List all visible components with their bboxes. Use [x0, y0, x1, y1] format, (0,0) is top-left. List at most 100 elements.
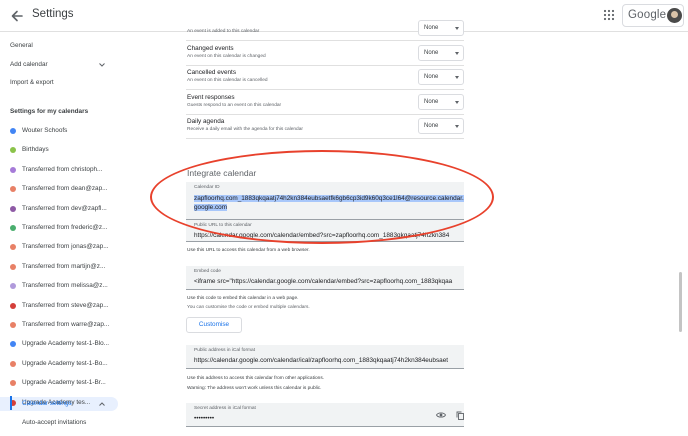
select-value: None [424, 74, 439, 81]
calendar-label: Transferred from christoph... [22, 165, 103, 173]
calendar-label: Upgrade Academy test-1-Bo... [22, 359, 108, 367]
calendar-label: Transferred from warre@zap... [22, 321, 110, 328]
notification-title: Daily agenda [187, 118, 225, 126]
sidebar-item-add-calendar[interactable]: Add calendar [10, 61, 48, 68]
google-logo: Google [628, 9, 667, 21]
calendar-list-item[interactable]: Birthdays [0, 144, 118, 158]
notification-desc: An event is added to this calendar [187, 29, 260, 34]
calendar-color-dot [10, 360, 16, 367]
calendar-label: Transferred from dean@zap... [22, 185, 108, 193]
calendar-list-item[interactable]: Transferred from melissa@z... [0, 280, 118, 294]
public-url-value[interactable]: https://calendar.google.com/calendar/emb… [194, 232, 458, 239]
notification-desc: Guests respond to an event on this calen… [187, 102, 282, 108]
divider [186, 113, 464, 115]
copy-icon[interactable] [456, 411, 464, 420]
calendar-list-item[interactable]: Upgrade Academy test-1-Br... [0, 377, 118, 391]
calendar-color-dot [10, 205, 16, 212]
calendar-color-dot [10, 341, 16, 348]
notification-select[interactable]: None [418, 45, 464, 61]
calendar-color-dot [10, 283, 16, 290]
ical-public-label: Public address in iCal format [194, 348, 256, 353]
calendar-list-item[interactable]: Upgrade Academy test-1-Bo... [0, 358, 118, 372]
notification-desc: An event on this calendar is cancelled [187, 78, 268, 84]
sidebar-item-auto-accept[interactable]: Auto-accept invitations [22, 419, 86, 426]
notification-title: Event responses [187, 93, 235, 101]
sidebar-item-general[interactable]: General [10, 42, 33, 49]
calendar-list-item[interactable]: Transferred from dev@zapfl... [0, 203, 118, 217]
ical-public-value[interactable]: https://calendar.google.com/calendar/ica… [194, 357, 458, 364]
calendar-list-item[interactable]: Transferred from christoph... [0, 164, 118, 178]
embed-code-field[interactable]: Embed code <iframe src="https://calendar… [186, 266, 464, 290]
calendar-label: Transferred from dev@zapfl... [22, 204, 107, 212]
avatar[interactable] [667, 8, 682, 23]
ical-note: Use this address to access this calendar… [187, 376, 325, 381]
calendar-list-item[interactable]: Transferred from dean@zap... [0, 183, 118, 197]
ical-secret-value: ••••••••• [194, 415, 215, 422]
divider [186, 138, 464, 140]
calendar-list-item[interactable]: Transferred from jonas@zap... [0, 241, 118, 255]
ical-public-field[interactable]: Public address in iCal format https://ca… [186, 345, 464, 369]
ical-secret-field[interactable]: Secret address in iCal format ••••••••• [186, 403, 464, 427]
calendar-label: Transferred from martijn@z... [22, 262, 106, 270]
calendar-color-dot [10, 225, 16, 231]
account-switcher[interactable]: Google [622, 4, 684, 27]
calendar-list-item[interactable]: Transferred from warre@zap... [0, 319, 118, 333]
notification-title: Cancelled events [187, 69, 237, 77]
eye-icon[interactable] [436, 411, 446, 419]
public-url-label: Public URL to this calendar [194, 223, 252, 228]
notification-select[interactable]: None [418, 20, 464, 36]
customise-button[interactable]: Customise [186, 317, 242, 333]
calendar-id-field[interactable]: Calendar ID zapfloorhq.com_1883qkqaatj74… [186, 182, 464, 220]
scrollbar-thumb[interactable] [679, 272, 682, 332]
select-value: None [424, 98, 439, 105]
calendar-label: Transferred from steve@zap... [22, 301, 109, 309]
public-url-field[interactable]: Public URL to this calendar https://cale… [186, 220, 464, 242]
select-value: None [424, 123, 439, 130]
chevron-down-icon[interactable] [98, 61, 106, 69]
active-indicator [10, 396, 12, 410]
calendar-color-dot [10, 166, 16, 173]
calendar-id-text: zapfloorhq.com_1883qkqaatj74h2kn384eubsa… [194, 195, 464, 211]
apps-grid-icon[interactable] [603, 9, 615, 21]
embed-code-label: Embed code [194, 269, 221, 274]
sidebar-item-import-export[interactable]: Import & export [10, 79, 54, 86]
calendar-list-item[interactable]: Transferred from frederic@z... [0, 222, 118, 236]
select-value: None [424, 50, 439, 56]
calendar-label: Transferred from jonas@zap... [22, 243, 109, 251]
dropdown-arrow-icon [455, 125, 459, 129]
calendar-list-item[interactable]: Wouter Schoofs [0, 125, 118, 139]
calendar-list-item[interactable]: Transferred from martijn@z... [0, 261, 118, 275]
integrate-heading: Integrate calendar [187, 168, 257, 178]
main-content: An event is added to this calendar None … [176, 0, 476, 436]
page-title: Settings [32, 8, 74, 20]
notification-select[interactable]: None [418, 93, 464, 110]
calendar-color-dot [10, 244, 16, 251]
back-arrow-icon[interactable] [9, 8, 25, 24]
dropdown-arrow-icon [455, 76, 459, 80]
embed-code-value[interactable]: <iframe src="https://calendar.google.com… [194, 278, 458, 285]
calendar-list-item[interactable]: Transferred from steve@zap... [0, 300, 118, 314]
notification-desc: Receive a daily email with the agenda fo… [187, 127, 303, 133]
dropdown-arrow-icon [455, 27, 459, 30]
calendar-label: Transferred from frederic@z... [22, 224, 108, 231]
chevron-up-icon[interactable] [98, 400, 106, 408]
ical-secret-label: Secret address in iCal format [194, 406, 256, 411]
sidebar-item-calendar-settings[interactable]: Calendar settings [22, 400, 72, 407]
select-value: None [424, 25, 439, 31]
calendar-id-value[interactable]: zapfloorhq.com_1883qkqaatj74h2kn384eubsa… [194, 194, 464, 212]
notification-select[interactable]: None [418, 69, 464, 86]
calendar-list-item[interactable]: Upgrade Academy test-1-Blo... [0, 338, 118, 352]
embed-note-secondary: You can customise the code or embed mult… [187, 305, 310, 310]
calendar-label: Upgrade Academy test-1-Br... [22, 379, 106, 387]
calendar-color-dot [10, 322, 16, 328]
dropdown-arrow-icon [455, 100, 459, 104]
calendar-color-dot [10, 128, 16, 134]
divider [186, 65, 464, 66]
notification-select[interactable]: None [418, 118, 464, 135]
ical-warning: Warning: The address won't work unless t… [187, 386, 322, 391]
embed-note: Use this code to embed this calendar in … [187, 296, 299, 301]
calendar-color-dot [10, 186, 16, 193]
notification-desc: An event on this calendar is changed [187, 54, 266, 59]
calendar-color-dot [10, 263, 16, 270]
sidebar: General Add calendar Import & export Set… [0, 33, 118, 436]
